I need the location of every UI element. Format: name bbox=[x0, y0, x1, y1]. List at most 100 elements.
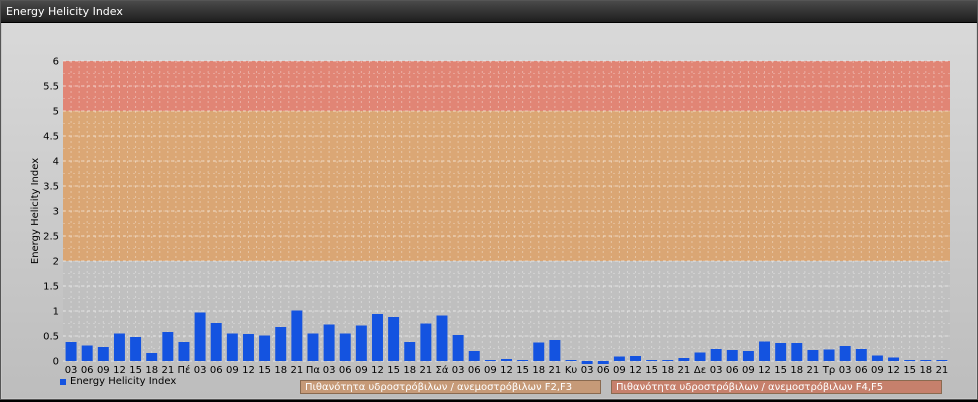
y-tick-label: 6 bbox=[53, 57, 59, 68]
bar bbox=[936, 360, 948, 361]
x-tick-label: 18 bbox=[661, 365, 674, 376]
x-tick-label: 21 bbox=[807, 365, 820, 376]
bar bbox=[630, 356, 642, 361]
bar bbox=[775, 343, 787, 361]
x-tick-label: 15 bbox=[645, 365, 658, 376]
bar-chart: 00.511.522.533.544.555.56 03 06 09 12 15 18 21… bbox=[30, 57, 950, 376]
x-tick-label: 18 bbox=[919, 365, 932, 376]
x-tick-label: Κυ bbox=[565, 365, 578, 376]
bar bbox=[404, 342, 416, 361]
chart-panel: 0 0.5 1 1.5 2 2.5 3 3.5 4 4.5 5 5.5 6 03 06 09 12 15 18 21… bbox=[2, 23, 976, 398]
bar bbox=[662, 360, 674, 361]
x-tick-label: 06 bbox=[81, 365, 94, 376]
y-axis-label: Energy Helicity Index bbox=[30, 158, 41, 264]
x-tick-label: 03 bbox=[581, 365, 594, 376]
bar bbox=[613, 356, 625, 361]
bar bbox=[210, 323, 222, 361]
bar bbox=[710, 349, 722, 361]
bar bbox=[533, 342, 545, 361]
bar bbox=[678, 358, 690, 361]
bar bbox=[65, 342, 77, 361]
x-tick-label: 09 bbox=[613, 365, 626, 376]
y-tick-label: 5 bbox=[53, 107, 59, 118]
x-tick-label: 06 bbox=[855, 365, 868, 376]
bar bbox=[549, 340, 561, 361]
x-tick-label: 03 bbox=[194, 365, 207, 376]
bar bbox=[275, 327, 287, 361]
bar bbox=[291, 310, 303, 361]
bar bbox=[307, 333, 319, 361]
bar bbox=[904, 360, 916, 361]
bar bbox=[468, 351, 480, 361]
x-tick-label: 09 bbox=[226, 365, 239, 376]
legend-series-label: Energy Helicity Index bbox=[70, 376, 177, 387]
y-tick-label: 2 bbox=[53, 257, 59, 268]
x-tick-label: 03 bbox=[452, 365, 465, 376]
bar bbox=[323, 324, 335, 361]
x-tick-label: 12 bbox=[113, 365, 126, 376]
x-tick-label: 21 bbox=[936, 365, 949, 376]
legend-series: Energy Helicity Index bbox=[60, 376, 176, 390]
bar bbox=[839, 346, 851, 361]
bar bbox=[113, 333, 125, 361]
bar bbox=[484, 360, 496, 361]
x-tick-label: 18 bbox=[790, 365, 803, 376]
legend-band-mid: Πιθανότητα υδροστρόβιλων / ανεμοστρόβιλω… bbox=[300, 380, 601, 394]
x-tick-label: 12 bbox=[242, 365, 255, 376]
bar bbox=[517, 360, 529, 361]
bar bbox=[355, 325, 367, 361]
x-tick-label: 09 bbox=[97, 365, 110, 376]
x-tick-label: 15 bbox=[129, 365, 142, 376]
x-tick-label: Πέ bbox=[177, 364, 190, 376]
x-tick-label: 06 bbox=[468, 365, 481, 376]
x-tick-label: 18 bbox=[532, 365, 545, 376]
x-tick-label: 12 bbox=[758, 365, 771, 376]
x-tick-label: 18 bbox=[403, 365, 416, 376]
bar bbox=[97, 347, 109, 361]
bar bbox=[371, 314, 383, 361]
x-tick-label: 18 bbox=[274, 365, 287, 376]
bar bbox=[130, 337, 142, 361]
x-tick-label: 06 bbox=[597, 365, 610, 376]
y-tick-label: 4.5 bbox=[43, 132, 59, 143]
x-tick-label: Πα bbox=[306, 365, 321, 376]
x-tick-label: Δε bbox=[694, 365, 706, 376]
bar bbox=[646, 360, 658, 361]
bar bbox=[855, 349, 867, 361]
y-tick-label: 3 bbox=[53, 207, 59, 218]
y-tick-label: 0.5 bbox=[43, 332, 59, 343]
window-title: Energy Helicity Index bbox=[6, 5, 123, 18]
title-bar: Energy Helicity Index bbox=[1, 1, 977, 23]
x-tick-label: 15 bbox=[387, 365, 400, 376]
x-tick-label: 21 bbox=[419, 365, 432, 376]
x-tick-label: 21 bbox=[161, 365, 174, 376]
bar bbox=[597, 361, 609, 364]
bar bbox=[726, 350, 738, 361]
bar bbox=[452, 335, 464, 361]
bar bbox=[694, 352, 706, 361]
x-tick-label: 12 bbox=[629, 365, 642, 376]
bar bbox=[242, 334, 254, 361]
x-tick-label: 09 bbox=[871, 365, 884, 376]
x-tick-label: 12 bbox=[500, 365, 513, 376]
x-tick-label: 21 bbox=[678, 365, 691, 376]
x-tick-label: 06 bbox=[339, 365, 352, 376]
y-tick-label: 5.5 bbox=[43, 82, 59, 93]
x-tick-label: 03 bbox=[65, 365, 78, 376]
x-tick-label: 09 bbox=[355, 365, 368, 376]
bar bbox=[581, 361, 593, 364]
bar bbox=[81, 345, 93, 361]
x-tick-label: 03 bbox=[710, 365, 723, 376]
y-tick-label: 0 bbox=[53, 357, 59, 368]
x-tick-label: Τρ bbox=[822, 365, 835, 376]
chart-window: Energy Helicity Index 0 0.5 1 1.5 2 2.5 3 3.5 4 4… bbox=[0, 0, 978, 400]
bar bbox=[162, 332, 174, 361]
y-tick-label: 2.5 bbox=[43, 232, 59, 243]
x-tick-label: 09 bbox=[742, 365, 755, 376]
x-tick-label: 06 bbox=[726, 365, 739, 376]
x-tick-label: 21 bbox=[290, 365, 303, 376]
bar bbox=[807, 350, 819, 361]
x-tick-label: 09 bbox=[484, 365, 497, 376]
x-tick-label: Σά bbox=[436, 364, 449, 376]
bar bbox=[178, 342, 190, 361]
